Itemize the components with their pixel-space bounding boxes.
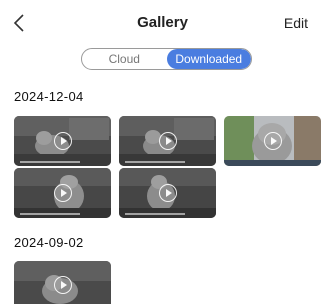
video-thumbnail[interactable] xyxy=(224,116,321,166)
play-circle-icon xyxy=(53,275,72,294)
video-thumbnail[interactable] xyxy=(119,116,216,166)
play-circle-icon xyxy=(263,132,282,150)
video-thumbnail[interactable] xyxy=(119,168,216,218)
timestamp-overlay xyxy=(20,161,80,163)
play-circle-icon xyxy=(53,184,72,202)
video-thumbnail[interactable] xyxy=(14,116,111,166)
tab-cloud[interactable]: Cloud xyxy=(82,49,167,69)
date-header: 2024-09-02 xyxy=(14,235,84,250)
gallery-header: Gallery Edit xyxy=(0,0,325,46)
date-header: 2024-12-04 xyxy=(14,89,84,104)
source-toggle: Cloud Downloaded xyxy=(81,48,252,70)
page-title: Gallery xyxy=(137,14,188,31)
edit-button[interactable]: Edit xyxy=(284,15,308,31)
play-circle-icon xyxy=(158,132,177,150)
video-thumbnail[interactable] xyxy=(14,261,111,304)
video-thumbnail[interactable] xyxy=(14,168,111,218)
timestamp-overlay xyxy=(125,161,185,163)
play-circle-icon xyxy=(53,132,72,150)
timestamp-overlay xyxy=(125,213,185,215)
play-circle-icon xyxy=(158,184,177,202)
tab-downloaded[interactable]: Downloaded xyxy=(166,49,251,69)
timestamp-overlay xyxy=(20,213,80,215)
